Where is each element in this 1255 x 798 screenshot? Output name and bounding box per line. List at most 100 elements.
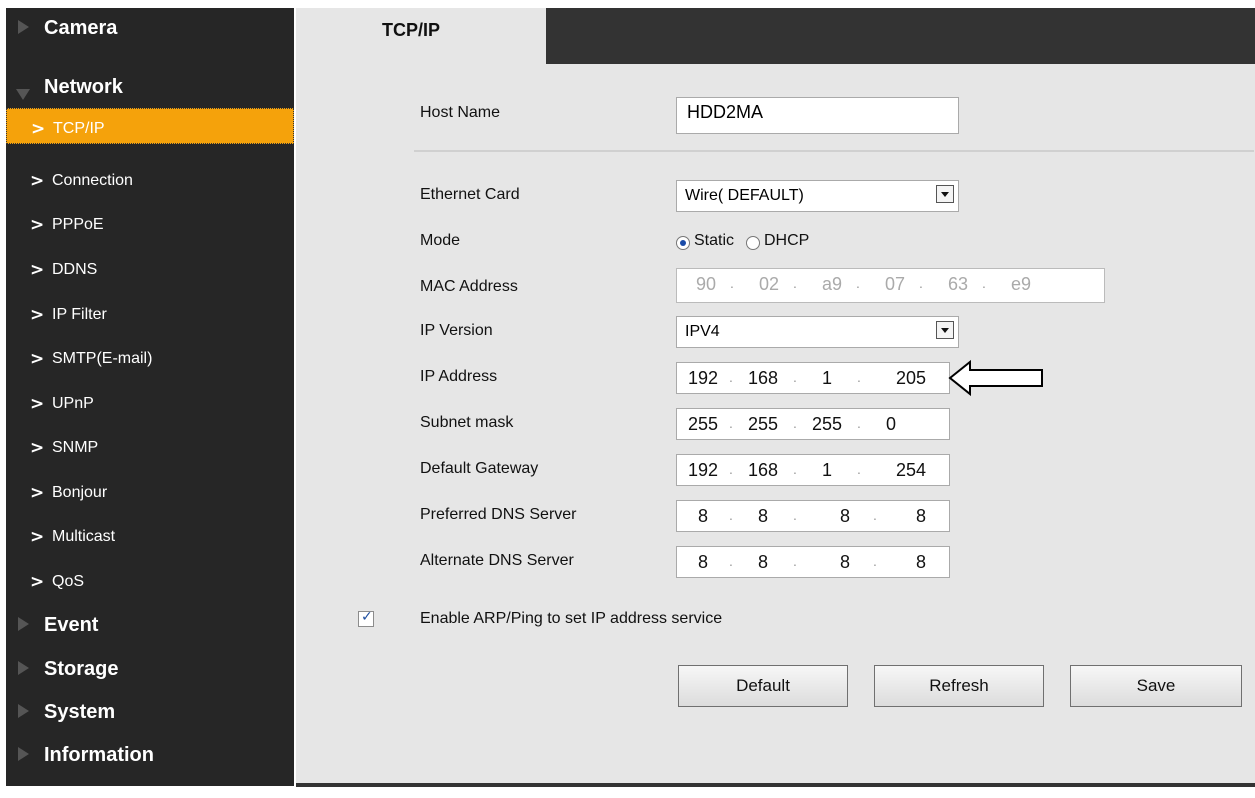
- ip-octet-input[interactable]: 168: [745, 460, 781, 481]
- sidebar-item-snmp[interactable]: > SNMP: [6, 428, 294, 468]
- ip-octet-input[interactable]: 168: [745, 368, 781, 389]
- mac-octet: 07: [884, 274, 906, 294]
- sidebar-item-label: IP Filter: [52, 306, 107, 323]
- chevron-right-icon: >: [30, 438, 45, 458]
- sidebar-category-camera[interactable]: Camera: [6, 8, 294, 48]
- ip-octet-input[interactable]: 8: [903, 552, 939, 573]
- section-divider: [414, 150, 1254, 152]
- ip-octet-input[interactable]: 254: [893, 460, 929, 481]
- ip-octet-input[interactable]: 8: [903, 506, 939, 527]
- ip-octet-input[interactable]: 8: [685, 506, 721, 527]
- separator-dot: .: [729, 507, 733, 523]
- ip-octet-input[interactable]: 8: [685, 552, 721, 573]
- sidebar-item-label: Bonjour: [52, 484, 108, 501]
- ip-octet-input[interactable]: 255: [685, 414, 721, 435]
- ip-version-value: IPV4: [685, 323, 720, 340]
- mode-dhcp-label: DHCP: [764, 232, 810, 249]
- separator-dot: .: [857, 461, 861, 477]
- ip-octet-input[interactable]: 1: [809, 460, 845, 481]
- separator-dot: .: [793, 461, 797, 477]
- expand-arrow-icon: [18, 704, 29, 718]
- sidebar-nav: Camera Network > TCP/IP > Connection > P…: [6, 8, 294, 786]
- subnet-mask-field[interactable]: 255 . 255 . 255 . 0: [676, 408, 950, 440]
- sidebar-item-connection[interactable]: > Connection: [6, 161, 294, 201]
- sidebar-category-label: Storage: [44, 658, 119, 680]
- mac-octet: a9: [821, 274, 843, 294]
- sidebar-item-label: TCP/IP: [53, 120, 105, 137]
- enable-arp-checkbox[interactable]: ✓: [358, 609, 374, 627]
- separator-dot: .: [857, 415, 861, 431]
- sidebar-item-ddns[interactable]: > DDNS: [6, 250, 294, 290]
- ip-octet-input[interactable]: 205: [893, 368, 929, 389]
- tab-tcpip[interactable]: TCP/IP: [296, 8, 546, 64]
- sidebar-item-label: Connection: [52, 172, 133, 189]
- ip-octet-input[interactable]: 8: [745, 506, 781, 527]
- chevron-right-icon: >: [30, 394, 45, 414]
- ip-octet-input[interactable]: 8: [745, 552, 781, 573]
- mode-static-radio[interactable]: [676, 236, 690, 250]
- mode-static-label: Static: [694, 232, 735, 249]
- sidebar-item-multicast[interactable]: > Multicast: [6, 517, 294, 557]
- dropdown-arrow-icon[interactable]: [936, 321, 954, 339]
- separator-dot: .: [793, 553, 797, 569]
- tab-label: TCP/IP: [382, 20, 441, 40]
- ip-octet-input[interactable]: 8: [827, 506, 863, 527]
- default-button[interactable]: Default: [678, 665, 848, 707]
- ip-octet-input[interactable]: 192: [685, 460, 721, 481]
- chevron-right-icon: >: [30, 349, 45, 369]
- chevron-right-icon: >: [30, 171, 45, 191]
- separator-dot: .: [729, 369, 733, 385]
- dropdown-arrow-icon[interactable]: [936, 185, 954, 203]
- mac-address-label: MAC Address: [420, 278, 518, 295]
- collapse-arrow-icon: [16, 89, 30, 100]
- mac-octet: e9: [1010, 274, 1032, 294]
- sidebar-item-upnp[interactable]: > UPnP: [6, 384, 294, 424]
- ip-octet-input[interactable]: 1: [809, 368, 845, 389]
- sidebar-category-label: Information: [44, 744, 154, 766]
- sidebar-item-smtp[interactable]: > SMTP(E-mail): [6, 339, 294, 379]
- subnet-mask-label: Subnet mask: [420, 414, 514, 431]
- separator-dot: .: [793, 507, 797, 523]
- bottom-border: [296, 783, 1255, 787]
- sidebar-category-storage[interactable]: Storage: [6, 649, 294, 689]
- sidebar-item-qos[interactable]: > QoS: [6, 562, 294, 602]
- separator-dot: .: [873, 507, 877, 523]
- alternate-dns-field[interactable]: 8 . 8 . 8 . 8: [676, 546, 950, 578]
- ip-octet-input[interactable]: 255: [809, 414, 845, 435]
- sidebar-item-tcpip[interactable]: > TCP/IP: [6, 108, 294, 144]
- mode-dhcp-radio[interactable]: [746, 236, 760, 250]
- host-name-input[interactable]: HDD2MA: [676, 97, 959, 134]
- enable-arp-label: Enable ARP/Ping to set IP address servic…: [420, 610, 723, 627]
- ip-octet-input[interactable]: 192: [685, 368, 721, 389]
- separator-dot: .: [857, 369, 861, 385]
- save-button[interactable]: Save: [1070, 665, 1242, 707]
- ip-octet-input[interactable]: 255: [745, 414, 781, 435]
- checkmark-icon: ✓: [361, 609, 373, 625]
- sidebar-item-label: Multicast: [52, 528, 116, 545]
- ip-octet-input[interactable]: 8: [827, 552, 863, 573]
- sidebar-category-label: Event: [44, 614, 99, 636]
- sidebar-item-label: PPPoE: [52, 216, 104, 233]
- separator-dot: .: [856, 275, 860, 291]
- sidebar-item-pppoe[interactable]: > PPPoE: [6, 205, 294, 245]
- ip-address-field[interactable]: 192 . 168 . 1 . 205: [676, 362, 950, 394]
- sidebar-category-label: Camera: [44, 17, 118, 39]
- sidebar-category-information[interactable]: Information: [6, 735, 294, 775]
- sidebar-item-bonjour[interactable]: > Bonjour: [6, 473, 294, 513]
- ip-octet-input[interactable]: 0: [873, 414, 909, 435]
- chevron-right-icon: >: [30, 215, 45, 235]
- separator-dot: .: [793, 369, 797, 385]
- separator-dot: .: [729, 461, 733, 477]
- alternate-dns-label: Alternate DNS Server: [420, 552, 574, 569]
- preferred-dns-field[interactable]: 8 . 8 . 8 . 8: [676, 500, 950, 532]
- sidebar-item-ip-filter[interactable]: > IP Filter: [6, 295, 294, 335]
- ip-version-label: IP Version: [420, 322, 493, 339]
- sidebar-category-system[interactable]: System: [6, 692, 294, 732]
- ethernet-card-select[interactable]: Wire( DEFAULT): [676, 180, 959, 212]
- sidebar-category-label: System: [44, 701, 116, 723]
- sidebar-category-event[interactable]: Event: [6, 605, 294, 645]
- default-gateway-field[interactable]: 192 . 168 . 1 . 254: [676, 454, 950, 486]
- mac-octet: 02: [758, 274, 780, 294]
- refresh-button[interactable]: Refresh: [874, 665, 1044, 707]
- ip-version-select[interactable]: IPV4: [676, 316, 959, 348]
